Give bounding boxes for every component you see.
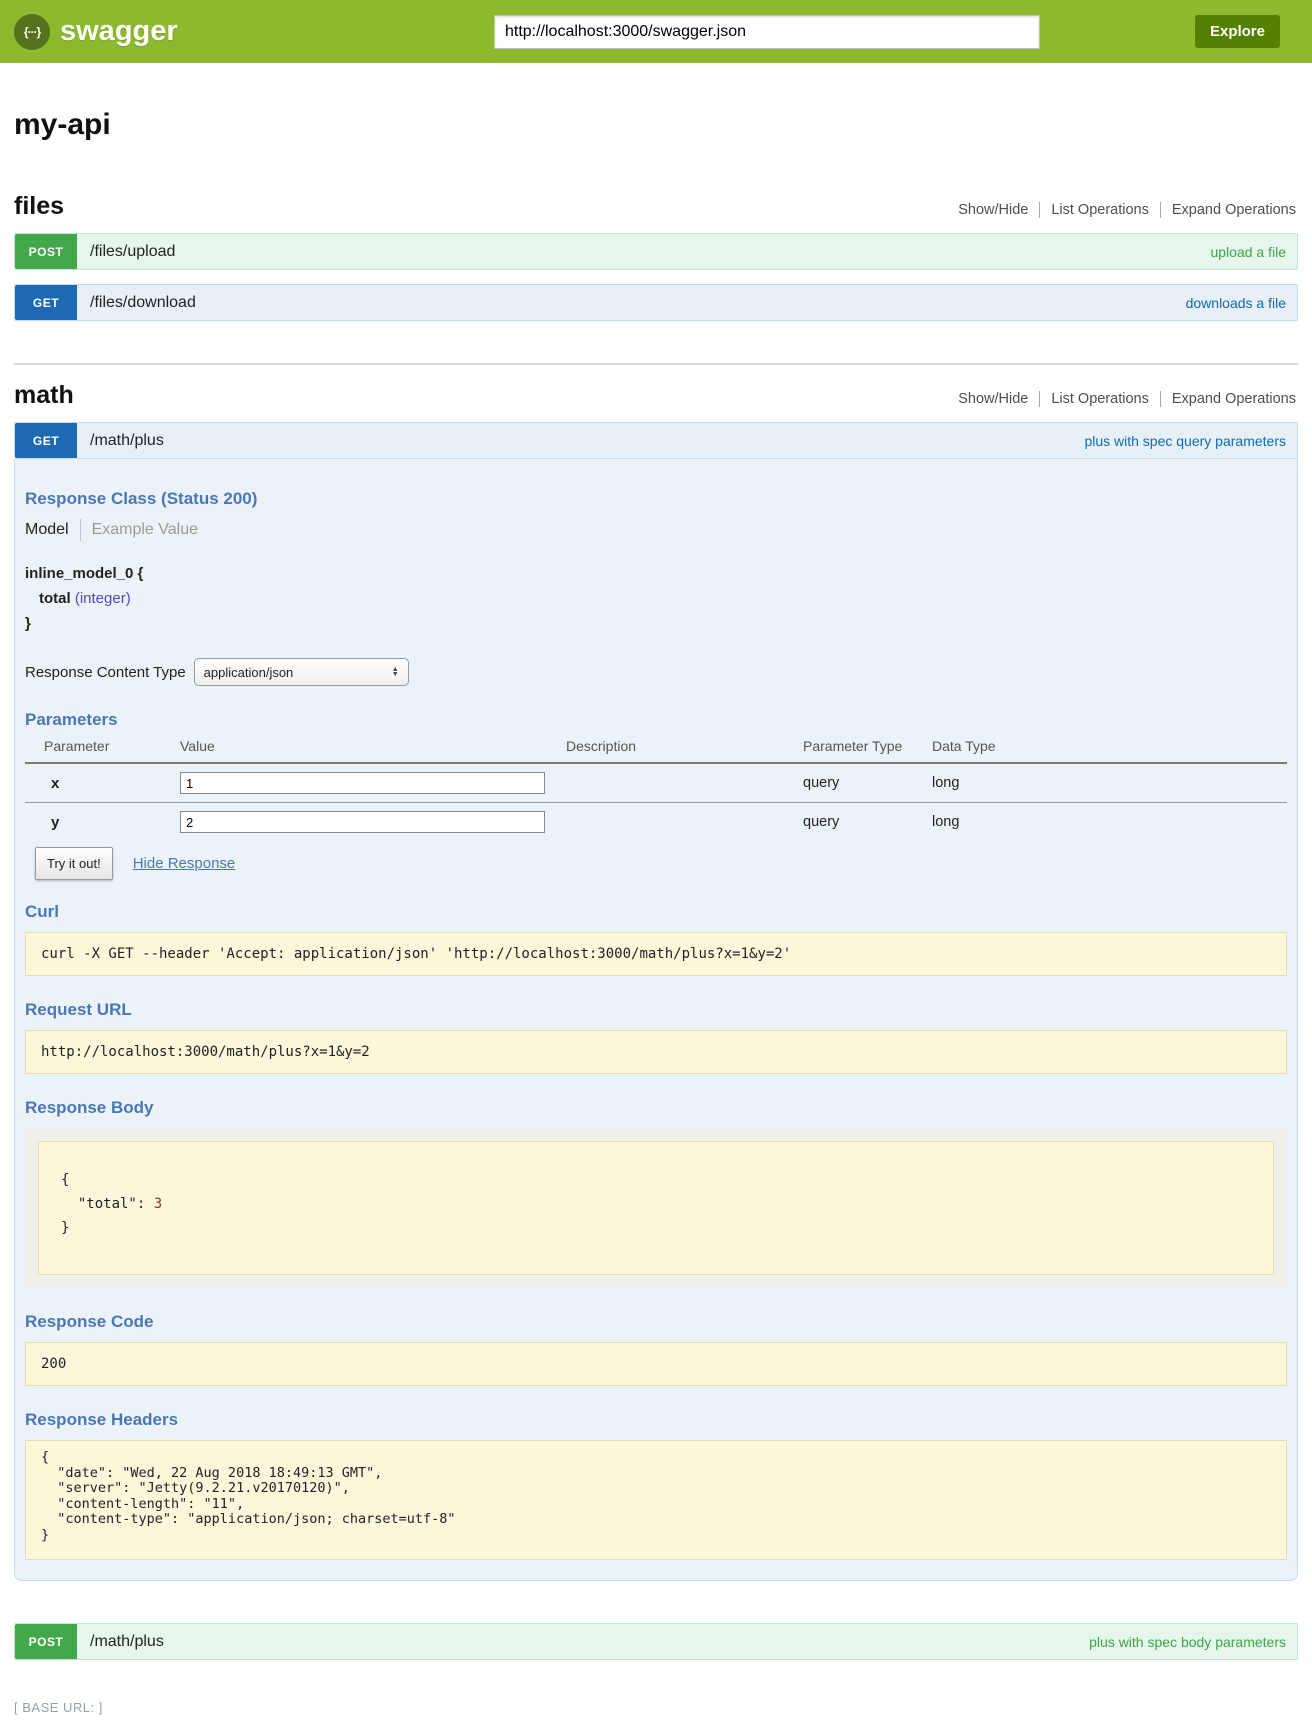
response-body-wrapper: { "total": 3 }: [25, 1128, 1287, 1288]
parameter-data-type: long: [932, 775, 1287, 791]
model-property-name: total: [39, 590, 71, 607]
endpoint-path[interactable]: /math/plus: [90, 432, 164, 450]
parameters-heading: Parameters: [25, 710, 1287, 730]
operation-detail-panel: Response Class (Status 200) Model Exampl…: [14, 459, 1298, 1581]
parameter-row-y: y query long: [25, 803, 1287, 841]
parameter-type: query: [803, 814, 932, 830]
model-open-line: inline_model_0 {: [25, 561, 1287, 586]
parameter-type: query: [803, 775, 932, 791]
response-code-box: 200: [25, 1342, 1287, 1386]
response-content-type-label: Response Content Type: [25, 664, 186, 681]
post-method-badge[interactable]: POST: [15, 234, 77, 269]
endpoint-summary-link[interactable]: plus with spec query parameters: [1084, 433, 1286, 449]
endpoint-summary-link[interactable]: plus with spec body parameters: [1089, 1634, 1286, 1650]
section-divider: [14, 363, 1298, 365]
json-brace: {: [61, 1172, 69, 1188]
json-number-value: 3: [154, 1196, 162, 1212]
try-it-out-button[interactable]: Try it out!: [35, 847, 113, 880]
request-url-heading: Request URL: [25, 1000, 1287, 1020]
endpoint-path[interactable]: /files/download: [90, 294, 196, 312]
expand-operations-link[interactable]: Expand Operations: [1160, 202, 1298, 218]
parameters-table-header: Parameter Value Description Parameter Ty…: [25, 734, 1287, 764]
parameter-row-x: x query long: [25, 764, 1287, 803]
endpoint-summary-link[interactable]: downloads a file: [1186, 295, 1286, 311]
json-brace: }: [61, 1220, 69, 1236]
hide-response-link[interactable]: Hide Response: [133, 855, 236, 872]
json-key: "total":: [61, 1196, 154, 1212]
math-section-controls: Show/Hide List Operations Expand Operati…: [947, 391, 1298, 407]
parameter-x-input[interactable]: [180, 772, 545, 794]
model-property: total (integer): [25, 586, 1287, 611]
show-hide-link[interactable]: Show/Hide: [947, 391, 1039, 407]
response-body-heading: Response Body: [25, 1098, 1287, 1118]
base-url-footer: [ BASE URL: ]: [14, 1700, 1312, 1715]
main-content: my-api files Show/Hide List Operations E…: [14, 108, 1298, 1660]
col-parameter: Parameter: [44, 738, 180, 754]
response-headers-box: { "date": "Wed, 22 Aug 2018 18:49:13 GMT…: [25, 1440, 1287, 1560]
parameter-name: y: [44, 814, 180, 831]
files-section-header: files Show/Hide List Operations Expand O…: [14, 192, 1298, 221]
response-code-heading: Response Code: [25, 1312, 1287, 1332]
response-class-heading: Response Class (Status 200): [25, 489, 1287, 509]
model-property-type: (integer): [75, 590, 131, 607]
explore-button[interactable]: Explore: [1195, 15, 1280, 48]
get-method-badge[interactable]: GET: [15, 285, 77, 320]
page-title: my-api: [14, 108, 1298, 142]
parameters-table: Parameter Value Description Parameter Ty…: [25, 734, 1287, 841]
files-section-controls: Show/Hide List Operations Expand Operati…: [947, 202, 1298, 218]
selected-content-type: application/json: [204, 665, 294, 680]
post-method-badge[interactable]: POST: [15, 1624, 77, 1659]
model-close-line: }: [25, 611, 1287, 636]
swagger-brand[interactable]: {···} swagger: [14, 14, 178, 50]
col-data-type: Data Type: [932, 738, 1287, 754]
brand-name: swagger: [60, 15, 178, 48]
math-section-header: math Show/Hide List Operations Expand Op…: [14, 381, 1298, 410]
parameter-y-input[interactable]: [180, 811, 545, 833]
math-section-title: math: [14, 381, 74, 410]
response-headers-heading: Response Headers: [25, 1410, 1287, 1430]
col-description: Description: [566, 738, 803, 754]
top-bar: {···} swagger Explore: [0, 0, 1312, 63]
endpoint-row-get-math-plus[interactable]: GET /math/plus plus with spec query para…: [14, 422, 1298, 459]
select-arrows-icon: ▲▼: [392, 667, 399, 677]
tab-example-value[interactable]: Example Value: [92, 521, 198, 539]
endpoint-path[interactable]: /files/upload: [90, 243, 175, 261]
response-content-type-select[interactable]: application/json ▲▼: [194, 658, 409, 686]
swagger-logo-icon: {···}: [14, 14, 50, 50]
files-section-title: files: [14, 192, 64, 221]
curl-heading: Curl: [25, 902, 1287, 922]
list-operations-link[interactable]: List Operations: [1039, 391, 1160, 407]
parameter-name: x: [44, 775, 180, 792]
col-parameter-type: Parameter Type: [803, 738, 932, 754]
endpoint-summary-link[interactable]: upload a file: [1210, 244, 1286, 260]
endpoint-row-post-math-plus[interactable]: POST /math/plus plus with spec body para…: [14, 1623, 1298, 1660]
spec-url-input[interactable]: [494, 15, 1040, 49]
parameter-data-type: long: [932, 814, 1287, 830]
model-tabs: Model Example Value: [25, 519, 1287, 541]
response-content-type-row: Response Content Type application/json ▲…: [25, 658, 1287, 686]
list-operations-link[interactable]: List Operations: [1039, 202, 1160, 218]
tab-separator: [80, 519, 81, 541]
try-it-out-row: Try it out! Hide Response: [35, 847, 1287, 880]
endpoint-row-post-files-upload[interactable]: POST /files/upload upload a file: [14, 233, 1298, 270]
col-value: Value: [180, 738, 566, 754]
endpoint-row-get-files-download[interactable]: GET /files/download downloads a file: [14, 284, 1298, 321]
response-body-box: { "total": 3 }: [38, 1141, 1274, 1275]
endpoint-path[interactable]: /math/plus: [90, 1633, 164, 1651]
get-method-badge[interactable]: GET: [15, 423, 77, 458]
curl-command-box: curl -X GET --header 'Accept: applicatio…: [25, 932, 1287, 976]
request-url-box: http://localhost:3000/math/plus?x=1&y=2: [25, 1030, 1287, 1074]
expand-operations-link[interactable]: Expand Operations: [1160, 391, 1298, 407]
tab-model[interactable]: Model: [25, 521, 69, 539]
model-signature: inline_model_0 { total (integer) }: [25, 561, 1287, 636]
show-hide-link[interactable]: Show/Hide: [947, 202, 1039, 218]
